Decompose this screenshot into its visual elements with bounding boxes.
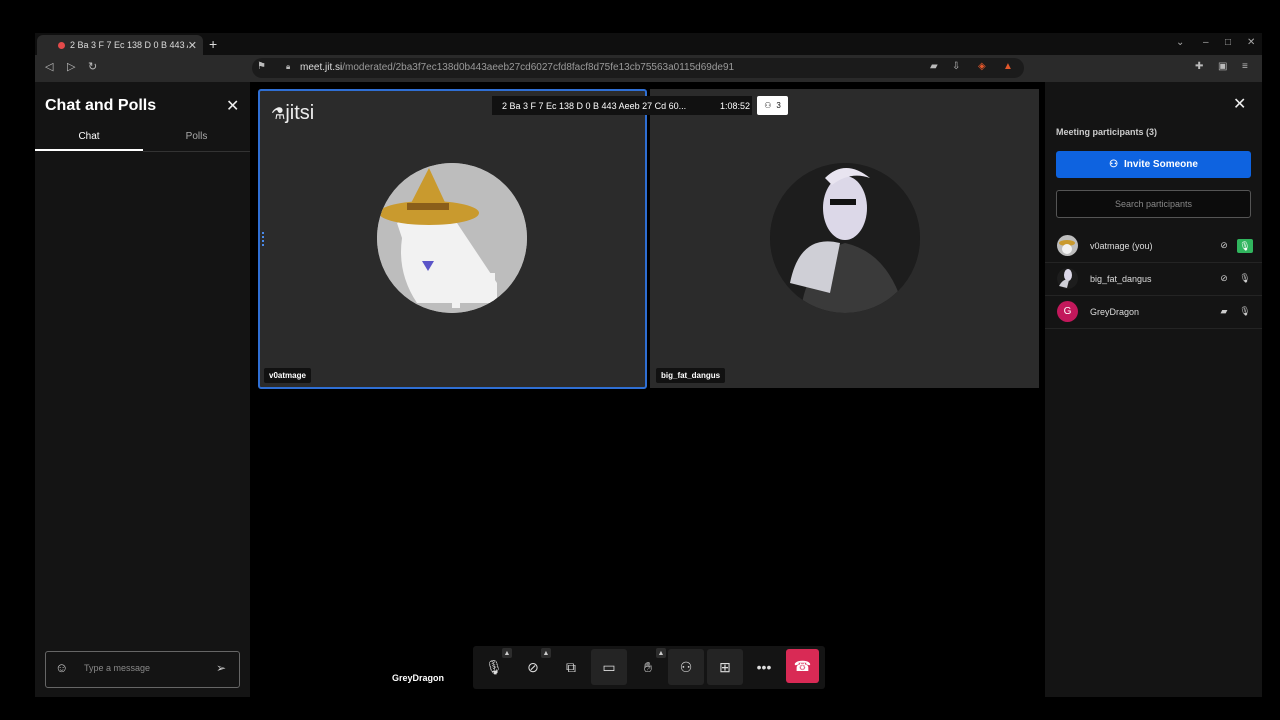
- browser-tab[interactable]: 2 Ba 3 F 7 Ec 138 D 0 B 443 A ✕: [37, 35, 203, 55]
- tab-divider: [143, 151, 250, 152]
- avatar-big-fat-dangus: [770, 163, 920, 313]
- participants-icon: ⚇: [764, 101, 772, 110]
- filmstrip-name-label: GreyDragon: [392, 673, 445, 683]
- chat-button[interactable]: ▭: [591, 649, 627, 685]
- participant-row[interactable]: v0atmage (you) ⊘ 🎙︎: [1045, 229, 1262, 263]
- tab-chat[interactable]: Chat: [35, 131, 143, 142]
- maximize-icon[interactable]: □: [1225, 37, 1231, 48]
- chat-panel-title: Chat and Polls: [45, 97, 157, 114]
- wallet-icon[interactable]: ▣: [1218, 61, 1227, 72]
- url-text[interactable]: meet.jit.si/moderated/2ba3f7ec138d0b443a…: [300, 62, 734, 73]
- rewards-icon[interactable]: ▲: [1003, 61, 1013, 72]
- invite-icon: ⚇: [1109, 159, 1119, 170]
- microphone-icon: 🎙︎: [1239, 306, 1251, 316]
- brave-shield-icon[interactable]: ◈: [978, 61, 986, 72]
- participant-name: GreyDragon: [1090, 306, 1140, 317]
- participant-name: v0atmage (you): [1090, 240, 1153, 251]
- hangup-icon: ☎︎: [793, 657, 812, 674]
- camera-off-icon: ⊘: [527, 658, 539, 675]
- tab-search-icon[interactable]: ⌄: [1176, 37, 1184, 48]
- more-actions-button[interactable]: •••: [746, 649, 782, 685]
- participants-icon: ⚇: [679, 658, 693, 675]
- bookmark-icon[interactable]: ⚑: [257, 61, 266, 72]
- more-icon: •••: [756, 659, 772, 675]
- invite-button[interactable]: ⚇ Invite Someone: [1056, 151, 1251, 178]
- jitsi-logo-text: jitsi: [285, 102, 315, 124]
- moon-character-avatar-image: [770, 163, 920, 313]
- participants-close-icon[interactable]: ✕: [1233, 94, 1246, 114]
- window-close-icon[interactable]: ✕: [1247, 37, 1255, 48]
- participant-row[interactable]: G GreyDragon ▰ 🎙︎: [1045, 295, 1262, 329]
- goat-wizard-avatar-image: [377, 163, 527, 313]
- video-on-icon: ▰: [1220, 306, 1228, 316]
- lock-icon[interactable]: 🔒︎: [286, 62, 290, 72]
- resize-handle[interactable]: [262, 232, 266, 246]
- tab-title: 2 Ba 3 F 7 Ec 138 D 0 B 443 A: [70, 40, 188, 50]
- tab-close-icon[interactable]: ✕: [188, 39, 197, 52]
- grid-icon: ⊞: [719, 658, 731, 675]
- tile-name-label: v0atmage: [264, 368, 311, 383]
- avatar: G: [1057, 301, 1078, 322]
- camera-icon[interactable]: ▰: [930, 61, 938, 72]
- avatar: [1057, 268, 1078, 289]
- minimize-icon[interactable]: –: [1203, 37, 1209, 48]
- message-input[interactable]: Type a message: [84, 663, 150, 673]
- audio-settings-chevron-icon[interactable]: ▲: [502, 648, 512, 658]
- invite-label: Invite Someone: [1124, 159, 1198, 170]
- microphone-icon: 🎙︎: [1239, 273, 1251, 283]
- video-settings-chevron-icon[interactable]: ▲: [541, 648, 551, 658]
- extensions-icon[interactable]: ✚: [1195, 61, 1203, 72]
- reactions-chevron-icon[interactable]: ▲: [656, 648, 666, 658]
- active-tab-indicator: [35, 149, 143, 151]
- back-icon[interactable]: ◁: [45, 60, 53, 73]
- new-tab-button[interactable]: +: [209, 36, 217, 52]
- participant-count: 3: [776, 101, 781, 110]
- search-participants-input[interactable]: Search participants: [1056, 190, 1251, 218]
- install-icon[interactable]: ⇩: [952, 61, 960, 72]
- chat-icon: ▭: [602, 658, 616, 675]
- participant-name: big_fat_dangus: [1090, 273, 1152, 284]
- tile-view-button[interactable]: ⊞: [707, 649, 743, 685]
- recording-favicon-icon: [58, 41, 65, 49]
- share-screen-icon: ⧉: [566, 658, 576, 675]
- avatar-v0atmage: [377, 163, 527, 313]
- avatar: [1057, 235, 1078, 256]
- microphone-icon: 🎙︎: [485, 658, 503, 675]
- chat-close-icon[interactable]: ✕: [226, 96, 239, 116]
- url-host: meet.jit.si: [300, 62, 343, 73]
- tile-name-label: big_fat_dangus: [656, 368, 726, 383]
- avatar-image: [1059, 240, 1075, 254]
- tab-strip: [35, 33, 1262, 55]
- share-screen-button[interactable]: ⧉: [553, 649, 589, 685]
- microphone-on-icon: 🎙︎: [1237, 238, 1253, 253]
- avatar-image: [1059, 269, 1072, 288]
- video-off-icon: ⊘: [1220, 273, 1228, 283]
- conference-timer: 1:08:52: [720, 100, 751, 111]
- chat-panel: [35, 82, 250, 697]
- menu-icon[interactable]: ≡: [1242, 61, 1248, 72]
- participant-row[interactable]: big_fat_dangus ⊘ 🎙︎: [1045, 262, 1262, 296]
- emoji-icon[interactable]: ☺: [55, 660, 68, 675]
- jitsi-logo: ⚗jitsi: [271, 102, 314, 125]
- hand-icon: ✋︎: [644, 658, 652, 675]
- conference-subject-bar: 2 Ba 3 F 7 Ec 138 D 0 B 443 Aeeb 27 Cd 6…: [492, 96, 752, 115]
- participant-count-badge[interactable]: ⚇ 3: [757, 96, 788, 115]
- tab-polls[interactable]: Polls: [143, 131, 250, 142]
- reload-icon[interactable]: ↻: [88, 60, 97, 73]
- forward-icon[interactable]: ▷: [67, 60, 75, 73]
- video-off-icon: ⊘: [1220, 240, 1228, 250]
- hangup-button[interactable]: ☎︎: [786, 649, 819, 683]
- participants-button[interactable]: ⚇: [668, 649, 704, 685]
- participants-title: Meeting participants (3): [1056, 127, 1158, 137]
- jitsi-logo-icon: ⚗: [271, 106, 286, 123]
- url-path: /moderated/2ba3f7ec138d0b443aeeb27cd6027…: [342, 62, 735, 73]
- conference-subject: 2 Ba 3 F 7 Ec 138 D 0 B 443 Aeeb 27 Cd 6…: [502, 100, 687, 111]
- send-icon[interactable]: ➢: [216, 661, 226, 675]
